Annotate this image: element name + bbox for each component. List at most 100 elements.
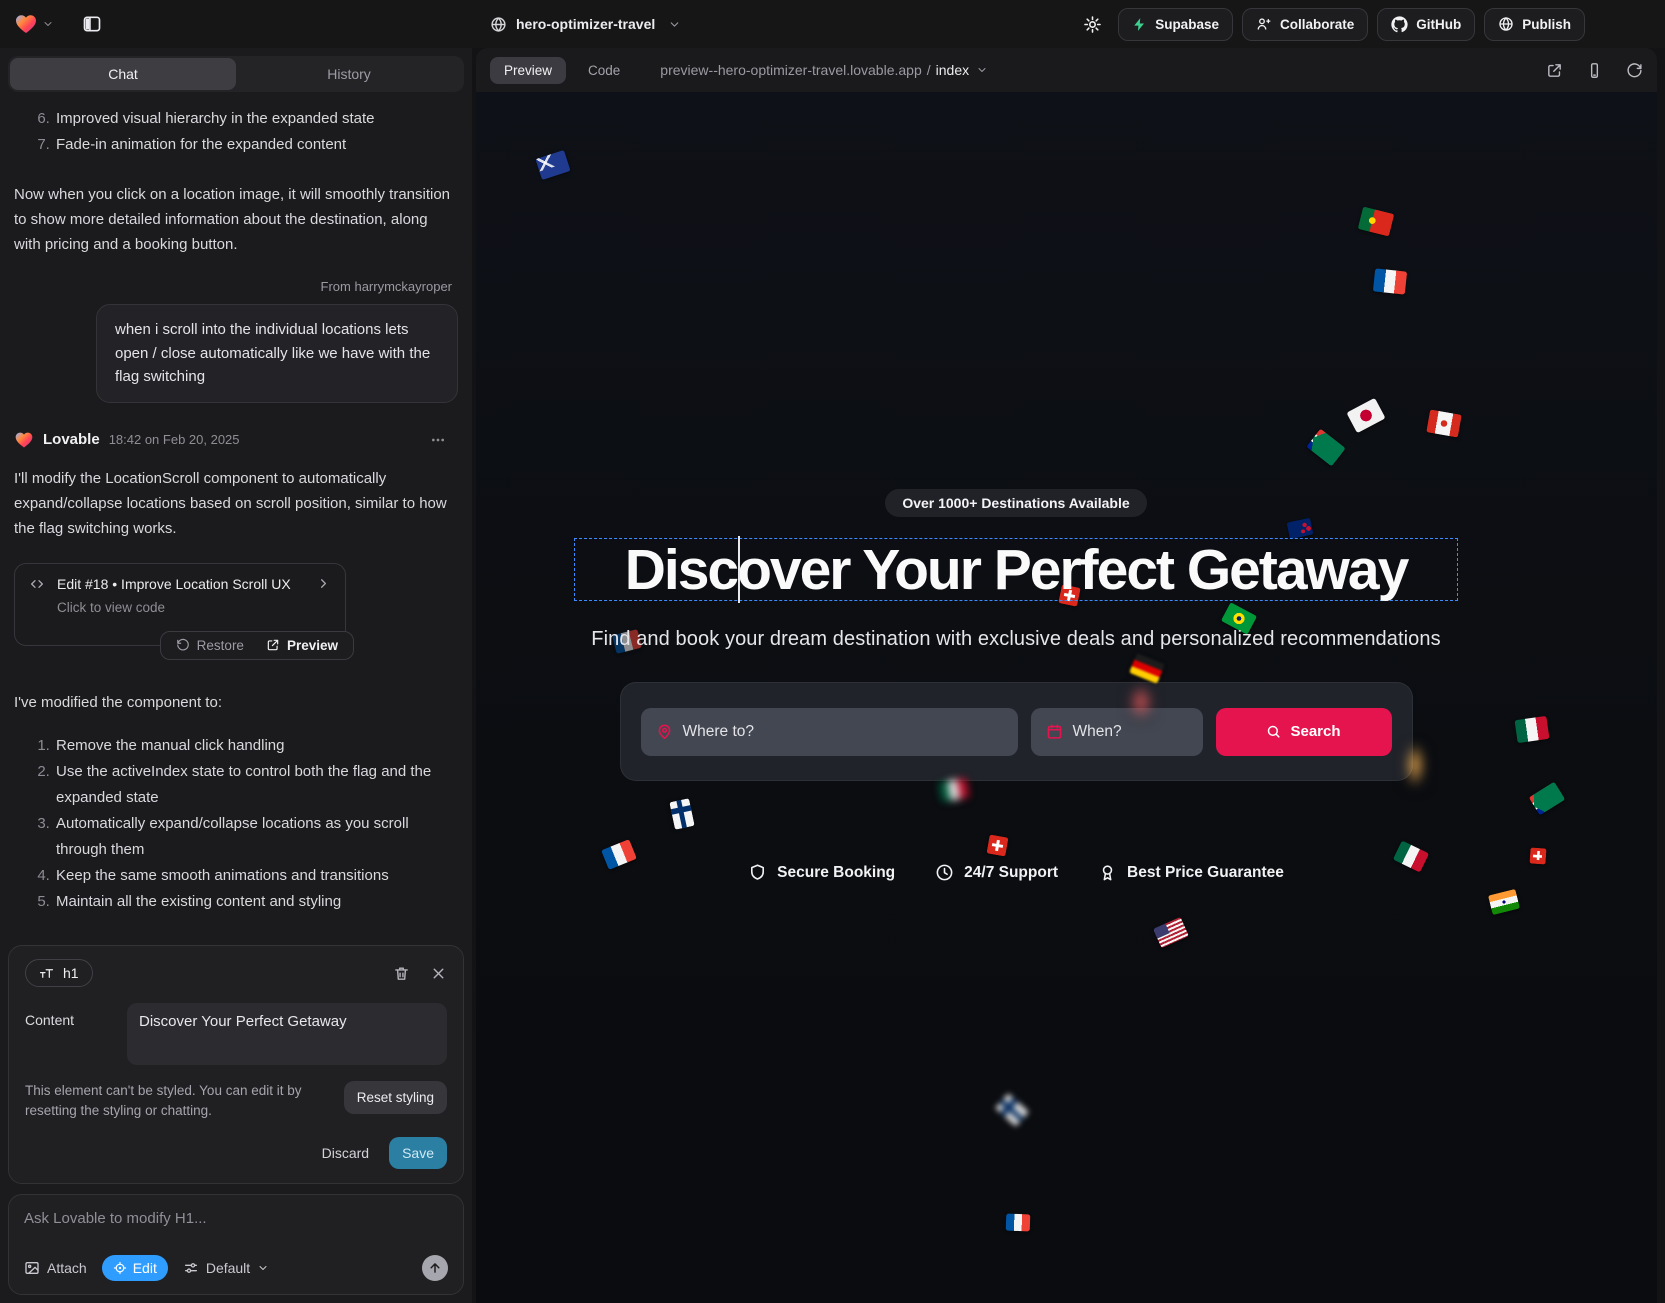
flag-india [1488,889,1520,915]
when-input[interactable]: When? [1031,708,1203,756]
flag-australia [535,150,570,180]
panel-left-icon [82,14,102,34]
open-in-new-tab-icon[interactable] [1546,62,1563,79]
supabase-button[interactable]: Supabase [1118,8,1233,41]
where-to-input[interactable]: Where to? [641,708,1018,756]
restore-icon [176,638,190,652]
element-editor-panel: h1 Content Discover Your Perfect Getaway… [8,945,464,1184]
preview-url-selector[interactable]: preview--hero-optimizer-travel.lovable.a… [660,62,988,78]
user-message-bubble: when i scroll into the individual locati… [96,304,458,403]
mode-selector[interactable]: Default [183,1260,269,1276]
flag-japan [1346,398,1385,433]
feature-label: Best Price Guarantee [1127,864,1284,882]
flag-france-3 [1006,1214,1031,1232]
flag-south-africa [1306,429,1345,467]
assistant-paragraph: I've modified the component to: [14,690,458,715]
gear-icon [1083,15,1102,34]
sidebar-tabs: Chat History [8,56,464,92]
preview-panel: Preview Code preview--hero-optimizer-tra… [476,48,1657,1303]
flag-red-blur [1128,684,1154,720]
list-item: Maintain all the existing content and st… [54,889,458,915]
preview-version-button[interactable]: Preview [255,638,349,653]
list-item: Improved visual hierarchy in the expande… [54,106,458,132]
search-button[interactable]: Search [1216,708,1392,756]
hero-title: Discover Your Perfect Getaway [625,537,1408,603]
chat-input-card: Ask Lovable to modify H1... Attach Edit … [8,1194,464,1295]
send-button[interactable] [422,1255,448,1281]
feature-label: Secure Booking [777,864,895,882]
close-icon[interactable] [430,965,447,982]
list-item: Fade-in animation for the expanded conte… [54,132,458,158]
award-icon [1098,863,1117,882]
preview-viewport: Over 1000+ Destinations Available Discov… [476,92,1657,1303]
search-label: Search [1290,723,1340,740]
assistant-paragraph: I'll modify the LocationScroll component… [14,466,458,541]
mobile-view-icon[interactable] [1586,62,1603,79]
feature-secure-booking: Secure Booking [748,863,895,882]
element-tag-label: h1 [63,965,79,981]
lovable-heart-icon [14,12,38,36]
restore-label: Restore [197,638,244,653]
lovable-logo-menu[interactable] [14,12,54,36]
publish-button[interactable]: Publish [1484,8,1585,41]
publish-label: Publish [1522,17,1571,32]
edit-mode-pill[interactable]: Edit [102,1255,168,1281]
tab-chat[interactable]: Chat [10,58,236,90]
tab-history[interactable]: History [236,58,462,90]
list-item: Automatically expand/collapse locations … [54,811,458,863]
flag-switzerland-2 [986,834,1008,856]
attach-button[interactable]: Attach [24,1260,87,1276]
edit-card-subtitle: Click to view code [57,600,331,615]
chevron-down-icon [42,18,54,30]
sidebar-toggle-button[interactable] [76,8,108,40]
element-tag-pill: h1 [25,959,93,987]
mode-label: Default [206,1260,250,1276]
list-item: Remove the manual click handling [54,733,458,759]
code-icon [29,576,45,592]
selected-h1-element[interactable]: Discover Your Perfect Getaway [574,538,1458,601]
feature-list: Secure Booking 24/7 Support Best Price G… [748,863,1284,882]
feature-label: 24/7 Support [964,864,1058,882]
reset-styling-button[interactable]: Reset styling [344,1081,447,1114]
topbar-actions: Supabase Collaborate GitHub Publish [1075,0,1585,48]
location-pin-icon [656,723,673,740]
chat-scroll-area[interactable]: Improved visual hierarchy in the expande… [8,92,464,935]
chevron-down-icon [257,1262,269,1274]
feature-best-price: Best Price Guarantee [1098,863,1284,882]
assistant-list-top: Improved visual hierarchy in the expande… [14,106,458,158]
target-icon [113,1261,127,1275]
external-link-icon [266,638,280,652]
text-size-icon [39,966,54,981]
message-menu-button[interactable] [430,432,458,448]
tab-preview[interactable]: Preview [490,57,566,84]
calendar-icon [1046,723,1063,740]
discard-button[interactable]: Discard [322,1145,369,1161]
save-button[interactable]: Save [389,1137,447,1169]
hero-subtitle: Find and book your dream destination wit… [591,628,1440,651]
from-label: From harrymckayroper [14,279,458,294]
assistant-steps-list: Remove the manual click handling Use the… [14,733,458,915]
project-selector[interactable]: hero-optimizer-travel [490,0,681,48]
flag-finland-blur [995,1093,1029,1127]
preview-label: Preview [287,638,338,653]
trash-icon[interactable] [393,965,410,982]
flag-canada [1426,409,1462,437]
assistant-timestamp: 18:42 on Feb 20, 2025 [109,432,240,447]
github-icon [1391,16,1408,33]
edit-label: Edit [133,1260,157,1276]
restore-button[interactable]: Restore [165,638,255,653]
preview-url: preview--hero-optimizer-travel.lovable.a… [660,62,921,78]
github-button[interactable]: GitHub [1377,8,1475,41]
collaborate-button[interactable]: Collaborate [1242,8,1368,41]
edit-version-card[interactable]: Edit #18 • Improve Location Scroll UX Cl… [14,563,346,646]
refresh-icon[interactable] [1626,62,1643,79]
settings-button[interactable] [1075,7,1109,41]
content-textarea[interactable]: Discover Your Perfect Getaway [127,1003,447,1065]
chat-input[interactable]: Ask Lovable to modify H1... [24,1210,448,1227]
arrow-up-icon [428,1261,442,1275]
lovable-heart-icon [14,430,34,450]
tab-code[interactable]: Code [580,57,628,84]
globe-icon [1498,16,1514,32]
chevron-down-icon [976,64,988,76]
list-item: Use the activeIndex state to control bot… [54,759,458,811]
